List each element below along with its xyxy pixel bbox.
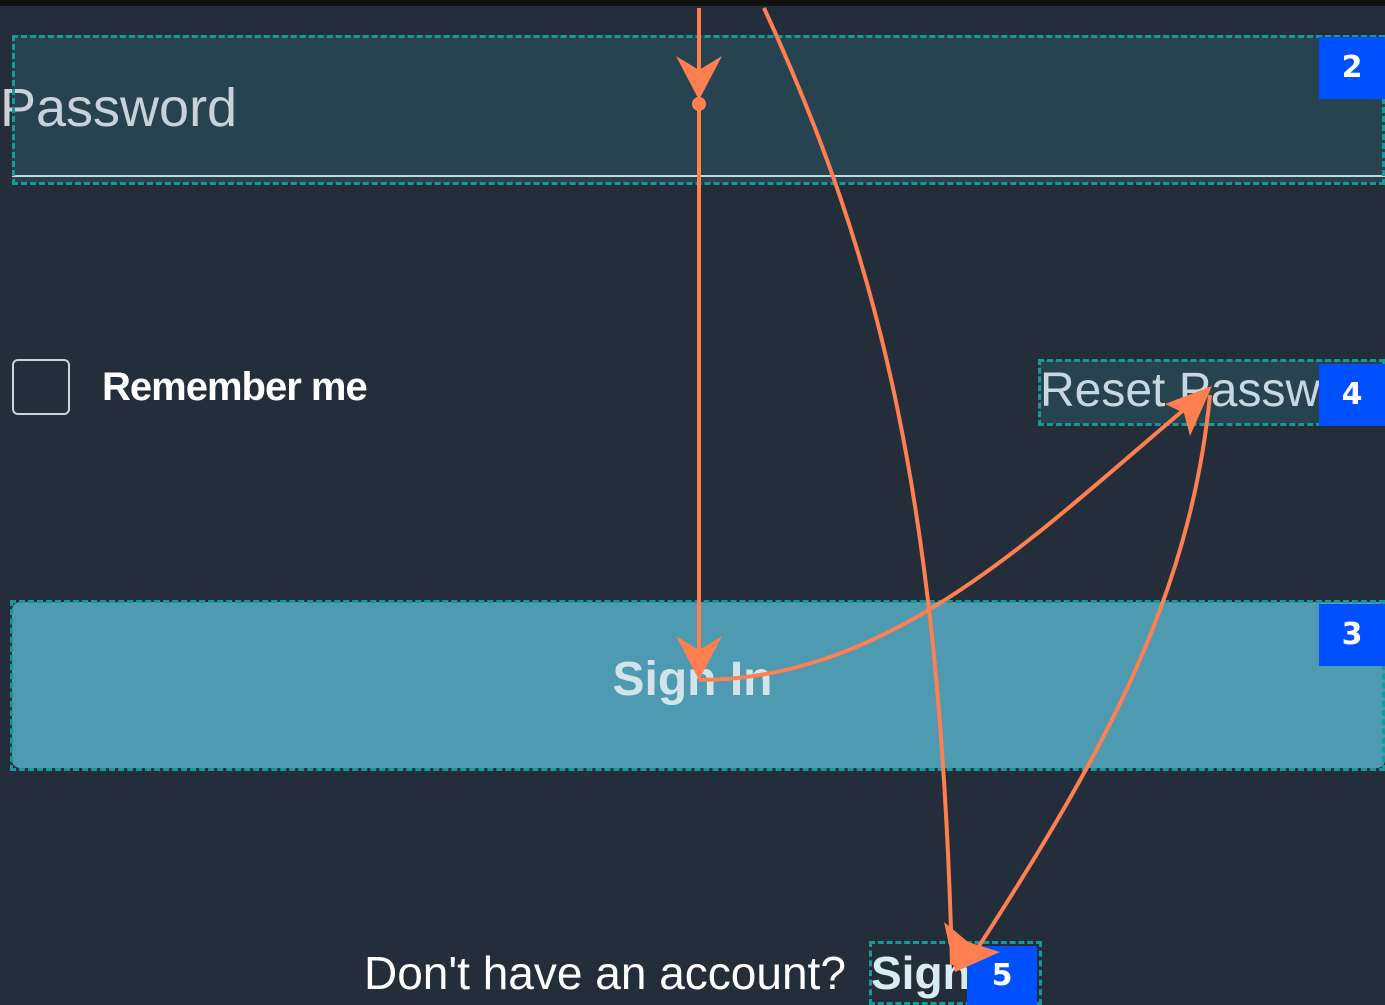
sign-in-button[interactable]	[12, 602, 1385, 768]
password-badge: 2	[1319, 37, 1385, 99]
sign-up-badge: 5	[967, 946, 1037, 1005]
top-bar	[0, 0, 1385, 6]
login-page: Password 2 Remember me Reset Password 4 …	[0, 0, 1385, 1005]
password-underline	[12, 175, 1385, 177]
password-placeholder: Password	[0, 78, 238, 138]
sign-in-badge: 3	[1319, 604, 1385, 666]
remember-me-checkbox[interactable]	[12, 359, 70, 415]
reset-badge: 4	[1319, 364, 1385, 426]
remember-me-label: Remember me	[102, 365, 368, 409]
sign-up-prompt: Don't have an account?	[364, 947, 846, 999]
sign-up-link[interactable]: Sign Up	[871, 944, 967, 1005]
sign-up-label: Sign Up	[871, 947, 967, 999]
